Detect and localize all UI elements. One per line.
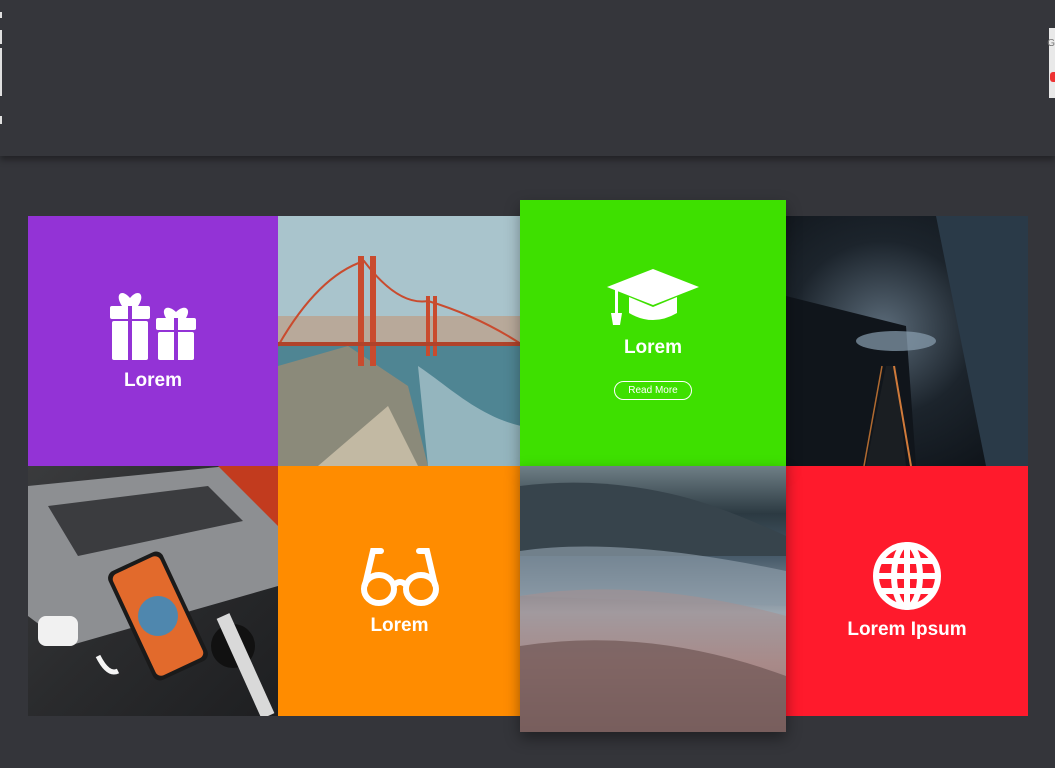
top-header-bar: G xyxy=(0,0,1055,156)
globe-icon xyxy=(873,542,941,610)
bridge-photo-tile xyxy=(278,216,521,466)
glasses-tile-label: Lorem xyxy=(370,615,429,636)
gift-tile[interactable]: Lorem xyxy=(28,216,278,466)
glasses-icon xyxy=(360,548,439,606)
left-edge-fragment xyxy=(0,0,3,130)
right-edge-fragment: G xyxy=(1047,28,1055,98)
glasses-tile[interactable]: Lorem xyxy=(278,466,521,716)
gift-icon xyxy=(110,292,196,360)
graduation-cap-icon xyxy=(607,268,699,325)
read-more-button[interactable]: Read More xyxy=(614,380,692,400)
escalator-image xyxy=(786,216,1028,466)
featured-tile-label: Lorem xyxy=(623,336,683,358)
globe-tile[interactable]: Lorem Ipsum xyxy=(786,466,1028,716)
globe-tile-label: Lorem Ipsum xyxy=(847,619,967,640)
laptop-photo-tile xyxy=(28,466,278,716)
escalator-photo-tile xyxy=(786,216,1028,466)
golden-gate-bridge-image xyxy=(278,216,521,466)
ocean-photo-tile xyxy=(520,466,786,732)
gift-tile-label: Lorem xyxy=(123,370,183,391)
laptop-phone-watch-image xyxy=(28,466,278,716)
ocean-wave-image xyxy=(520,482,786,732)
featured-tile[interactable]: Lorem Read More xyxy=(520,200,786,466)
